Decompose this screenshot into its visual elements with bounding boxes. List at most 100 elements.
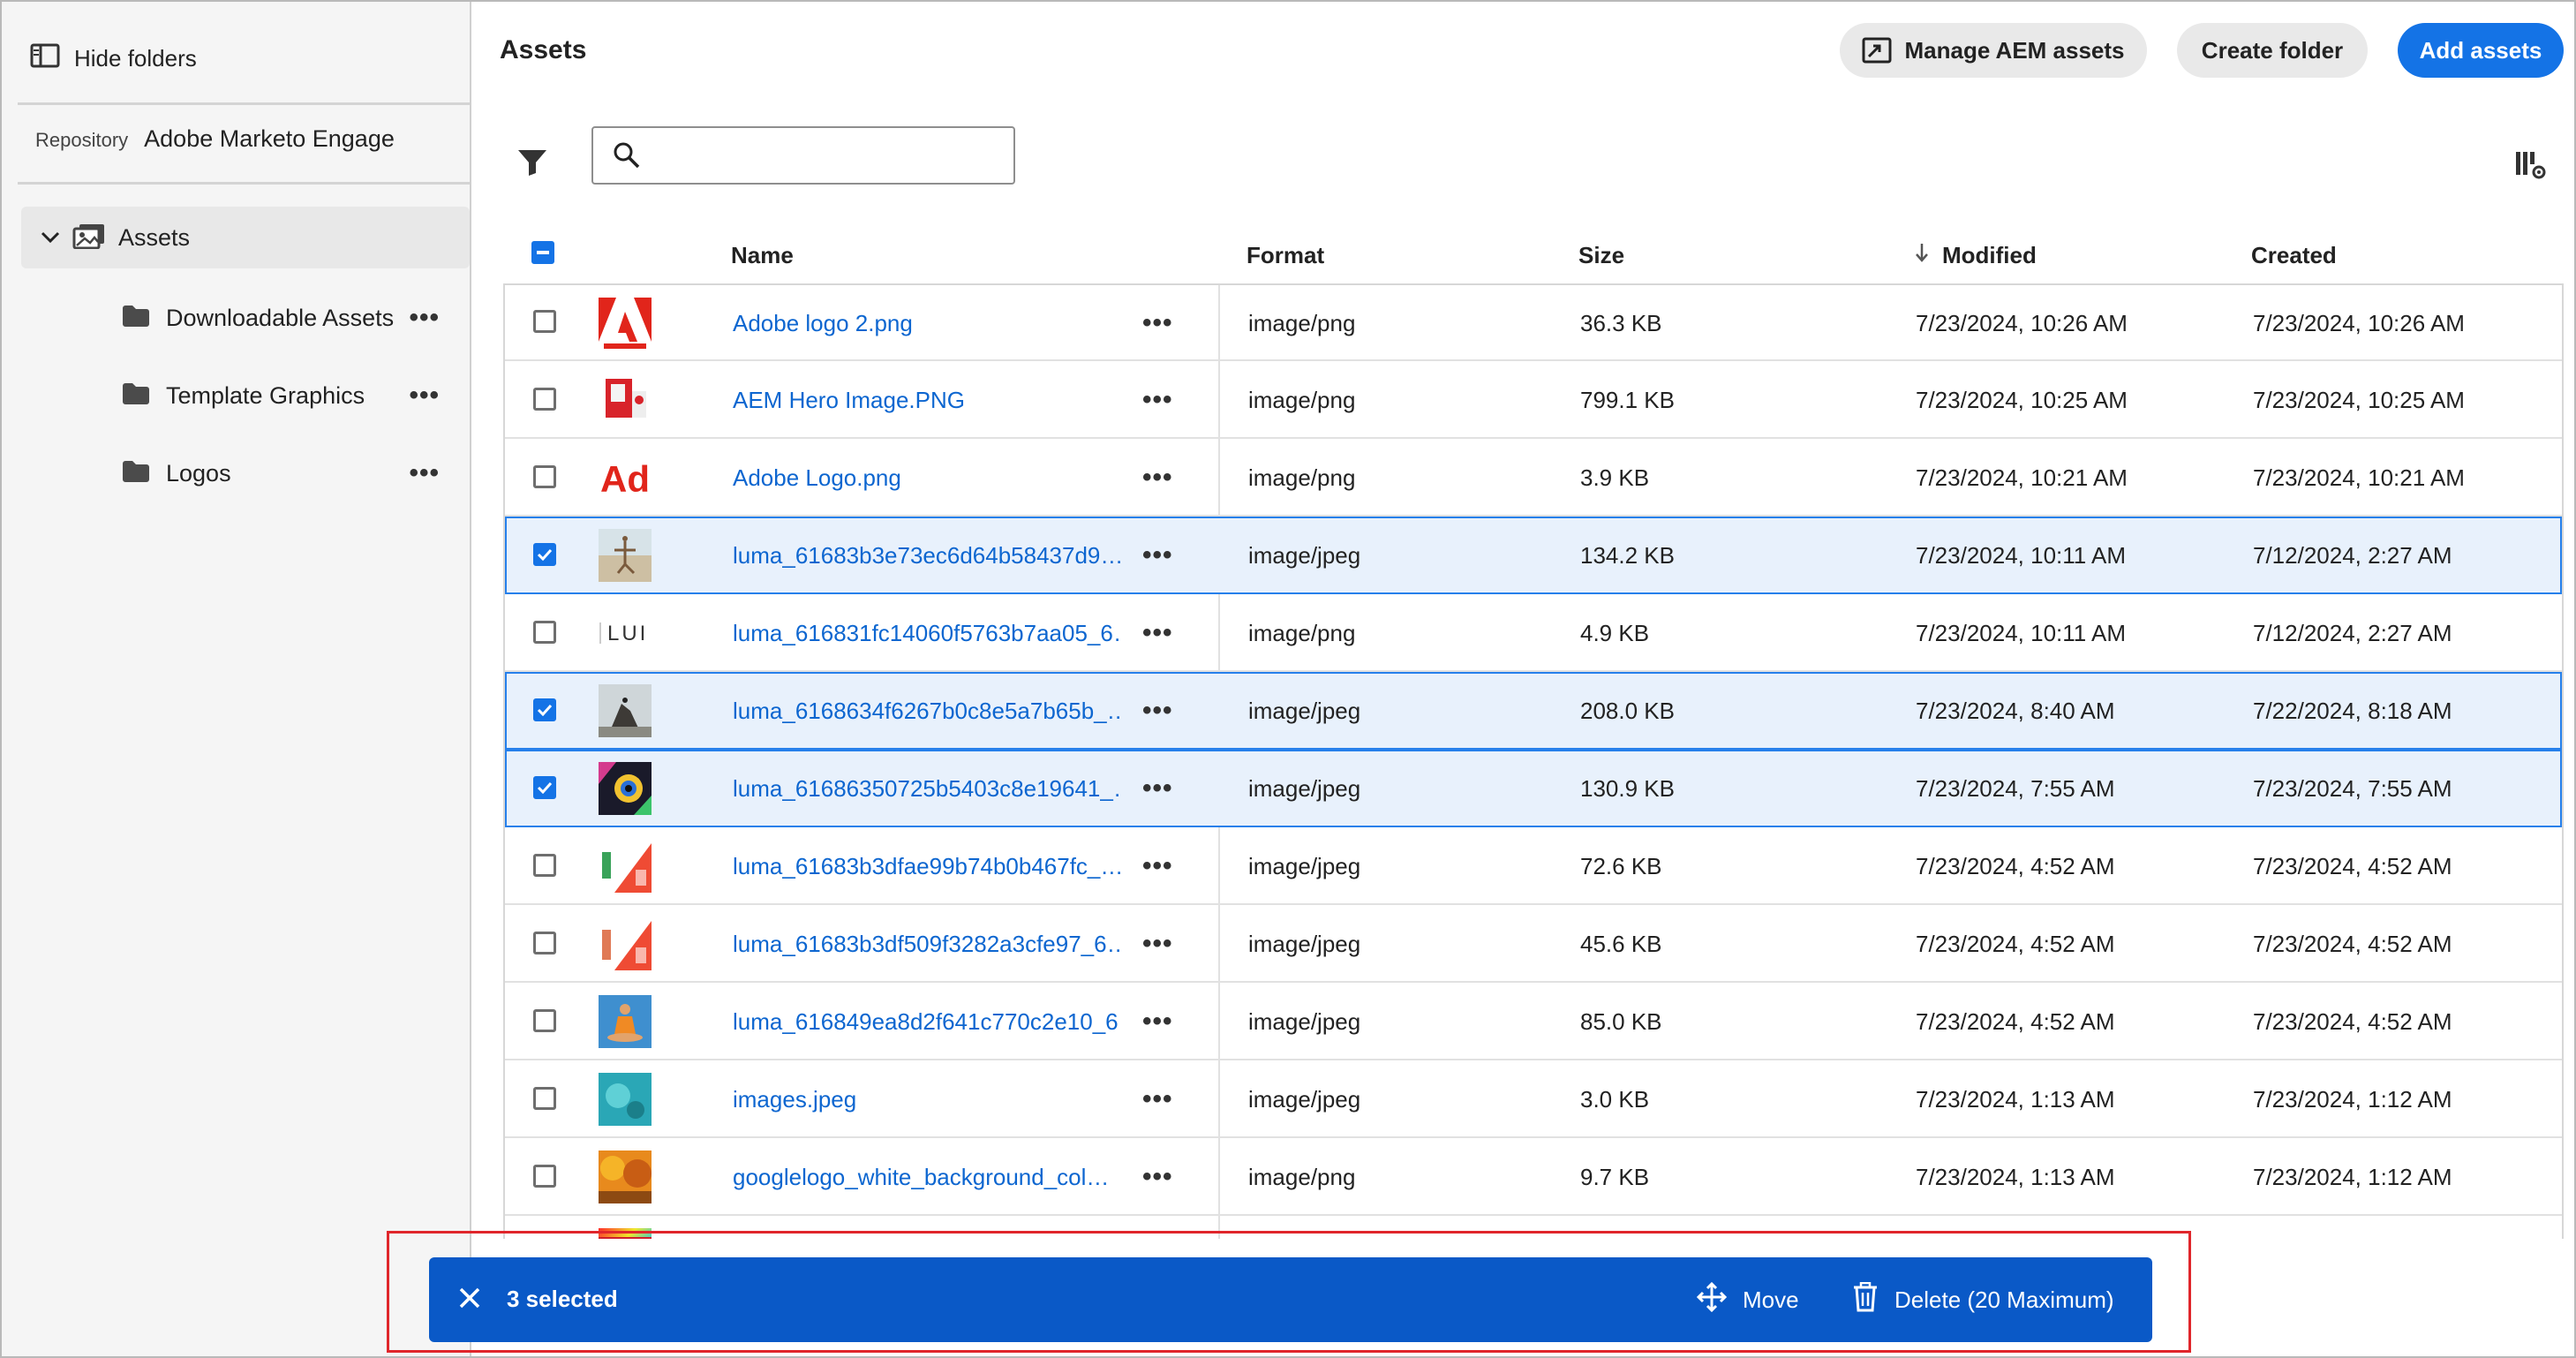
asset-name-link[interactable]: luma_61683b3dfae99b74b0b467fc_…	[733, 827, 1121, 905]
asset-name-link[interactable]: googlelogo_white_background_col…	[733, 1138, 1121, 1216]
asset-modified: 7/23/2024, 10:21 AM	[1916, 464, 2128, 491]
asset-name-link[interactable]: luma_616849ea8d2f641c770c2e10_6…	[733, 983, 1121, 1060]
column-header-modified[interactable]: Modified	[1914, 242, 2037, 269]
folder-item-template-graphics[interactable]: Template Graphics •••	[122, 371, 440, 420]
row-checkbox[interactable]	[533, 543, 556, 566]
row-checkbox[interactable]	[533, 932, 556, 954]
row-checkbox[interactable]	[533, 388, 556, 411]
repository-value: Adobe Marketo Engage	[144, 125, 395, 152]
manage-aem-assets-button[interactable]: Manage AEM assets	[1840, 23, 2147, 78]
column-header-format[interactable]: Format	[1247, 242, 1324, 269]
more-icon[interactable]: •••	[409, 303, 440, 333]
more-actions-icon[interactable]: •••	[1142, 285, 1173, 361]
asset-thumbnail	[599, 1151, 652, 1203]
more-actions-icon[interactable]: •••	[1142, 672, 1173, 750]
row-checkbox[interactable]	[533, 465, 556, 488]
tree-item-assets[interactable]: Assets	[21, 207, 470, 268]
more-actions-icon[interactable]: •••	[1142, 750, 1173, 827]
delete-button[interactable]: Delete (20 Maximum)	[1852, 1279, 2114, 1321]
move-label: Move	[1743, 1286, 1799, 1313]
asset-name-link[interactable]: AEM Hero Image.PNG	[733, 361, 1121, 439]
filter-icon[interactable]	[517, 148, 547, 181]
move-button[interactable]: Move	[1696, 1279, 1799, 1321]
select-all-checkbox[interactable]	[531, 241, 554, 264]
row-checkbox[interactable]	[533, 698, 556, 721]
create-folder-button[interactable]: Create folder	[2177, 23, 2368, 78]
column-header-size[interactable]: Size	[1578, 242, 1624, 269]
asset-name-link[interactable]: luma_61683b3df509f3282a3cfe97_6…	[733, 905, 1121, 983]
column-header-name[interactable]: Name	[731, 242, 794, 269]
table-row[interactable]: luma_61683b3dfae99b74b0b467fc_… ••• image/…	[505, 827, 2562, 905]
folder-icon	[122, 305, 150, 332]
row-checkbox[interactable]	[533, 1087, 556, 1110]
asset-modified: 7/23/2024, 4:52 AM	[1916, 930, 2115, 957]
table-row[interactable]: AEM Hero Image.PNG ••• image/png 799.1 KB 7/…	[505, 361, 2562, 439]
asset-created: 7/23/2024, 10:25 AM	[2253, 386, 2465, 413]
svg-text:Ad: Ad	[600, 458, 650, 500]
close-icon[interactable]	[456, 1284, 484, 1317]
folder-panel: Hide folders Repository Adobe Marketo En…	[2, 2, 471, 1356]
table-row[interactable]: luma_61683b3df509f3282a3cfe97_6… ••• image…	[505, 905, 2562, 983]
table-row[interactable]: luma_61686350725b5403c8e19641_… ••• image/…	[505, 750, 2562, 827]
hide-folders-button[interactable]: Hide folders	[30, 41, 197, 76]
asset-name-link[interactable]: luma_6168634f6267b0c8e5a7b65b_…	[733, 672, 1121, 750]
more-actions-icon[interactable]: •••	[1142, 905, 1173, 983]
asset-format: image/png	[1248, 619, 1356, 646]
table-row[interactable]: LUI luma_616831fc14060f5763b7aa05_6… ••• im…	[505, 594, 2562, 672]
repository-label: Repository	[35, 129, 129, 151]
more-actions-icon[interactable]: •••	[1142, 1060, 1173, 1138]
row-checkbox[interactable]	[533, 621, 556, 644]
manage-aem-assets-label: Manage AEM assets	[1904, 36, 2125, 64]
asset-name-link[interactable]: luma_616831fc14060f5763b7aa05_6…	[733, 594, 1121, 672]
table-row[interactable]: luma_61683b3e73ec6d64b58437d9… ••• image/j…	[505, 517, 2562, 594]
more-icon[interactable]: •••	[409, 458, 440, 488]
asset-name-link[interactable]: luma_61686350725b5403c8e19641_…	[733, 750, 1121, 827]
asset-name-link[interactable]: images.jpeg	[733, 1060, 1121, 1138]
search-input[interactable]	[652, 140, 1008, 170]
search-field[interactable]	[591, 126, 1015, 185]
more-actions-icon[interactable]: •••	[1142, 361, 1173, 439]
asset-created: 7/23/2024, 4:52 AM	[2253, 1007, 2452, 1035]
table-row[interactable]: Adobe logo 2.png ••• image/png 36.3 KB 7/23/…	[505, 285, 2562, 361]
indeterminate-icon	[531, 241, 554, 264]
table-row[interactable]: googlelogo_white_background_col… ••• image…	[505, 1138, 2562, 1216]
more-actions-icon[interactable]: •••	[1142, 594, 1173, 672]
tree-root-label: Assets	[118, 223, 191, 251]
row-checkbox[interactable]	[533, 776, 556, 799]
folder-item-downloadable-assets[interactable]: Downloadable Assets •••	[122, 293, 440, 343]
more-actions-icon[interactable]: •••	[1142, 983, 1173, 1060]
asset-format: image/png	[1248, 464, 1356, 491]
row-checkbox[interactable]	[533, 854, 556, 877]
asset-modified: 7/23/2024, 10:11 AM	[1916, 619, 2127, 646]
folder-item-logos[interactable]: Logos •••	[122, 449, 440, 498]
asset-name-link[interactable]: Adobe Logo.png	[733, 439, 1121, 517]
more-actions-icon[interactable]: •••	[1142, 1138, 1173, 1216]
table-row[interactable]: images.jpeg ••• image/jpeg 3.0 KB 7/23/2024,…	[505, 1060, 2562, 1138]
table-row[interactable]: luma_616849ea8d2f641c770c2e10_6… ••• image…	[505, 983, 2562, 1060]
column-settings-icon[interactable]	[2514, 148, 2546, 185]
asset-name-link[interactable]: luma_61683b3e73ec6d64b58437d9…	[733, 517, 1121, 594]
table-row[interactable]: luma_6168634f6267b0c8e5a7b65b_… ••• image/…	[505, 672, 2562, 750]
asset-name-link[interactable]: Adobe logo 2.png	[733, 285, 1121, 361]
asset-modified: 7/23/2024, 1:13 AM	[1916, 1085, 2115, 1113]
table-row[interactable]: Ad Adobe Logo.png ••• image/png 3.9 KB 7/23/2…	[505, 439, 2562, 517]
divider	[18, 102, 470, 105]
row-checkbox[interactable]	[533, 310, 556, 333]
repository-selector[interactable]: Repository Adobe Marketo Engage	[35, 125, 395, 153]
more-actions-icon[interactable]: •••	[1142, 439, 1173, 517]
svg-text:LUI: LUI	[607, 622, 648, 645]
asset-format: image/jpeg	[1248, 852, 1361, 879]
add-assets-button[interactable]: Add assets	[2398, 23, 2564, 78]
asset-created: 7/23/2024, 4:52 AM	[2253, 930, 2452, 957]
asset-size: 4.9 KB	[1580, 619, 1650, 646]
asset-format: image/jpeg	[1248, 930, 1361, 957]
more-actions-icon[interactable]: •••	[1142, 517, 1173, 594]
chevron-down-icon[interactable]	[39, 226, 62, 249]
column-header-created[interactable]: Created	[2251, 242, 2337, 269]
row-checkbox[interactable]	[533, 1009, 556, 1032]
search-icon	[613, 141, 641, 170]
more-actions-icon[interactable]: •••	[1142, 827, 1173, 905]
more-icon[interactable]: •••	[409, 381, 440, 411]
asset-thumbnail: LUI	[599, 607, 652, 660]
row-checkbox[interactable]	[533, 1165, 556, 1188]
